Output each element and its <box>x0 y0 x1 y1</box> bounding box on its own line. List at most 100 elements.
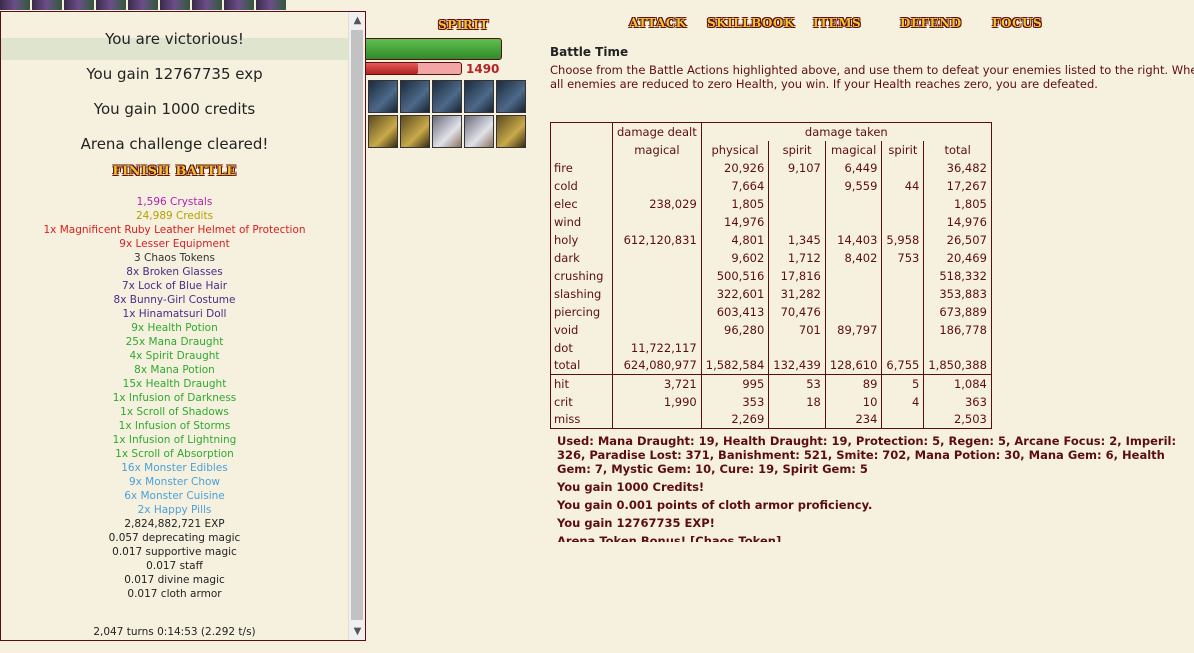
skill-icon[interactable] <box>224 0 254 10</box>
monster-icon[interactable] <box>464 80 494 113</box>
panel-scrollbar[interactable]: ▲ ▼ <box>348 12 365 640</box>
row-label: dark <box>554 250 580 265</box>
loot-item: 1,596 Crystals <box>136 196 213 208</box>
skill-icon[interactable] <box>96 0 126 10</box>
spirit-button[interactable]: SPIRIT <box>438 18 489 32</box>
scroll-down-icon[interactable]: ▼ <box>349 623 366 640</box>
skill-icon[interactable] <box>64 0 94 10</box>
table-cell: 10 <box>824 392 882 411</box>
table-cell <box>612 320 702 339</box>
items-button[interactable]: ITEMS <box>813 16 861 30</box>
finish-battle-button[interactable]: FINISH BATTLE <box>1 164 348 179</box>
row-label: miss <box>554 412 581 427</box>
table-cell: 5,958 <box>881 230 924 249</box>
table-cell: 89 <box>824 374 882 393</box>
row-label: wind <box>554 214 582 229</box>
monster-icon[interactable] <box>400 80 430 113</box>
loot-item: 2x Happy Pills <box>137 504 212 516</box>
table-cell: 2,269 <box>700 410 769 429</box>
table-row: crushing 500,516 17,816 518,332 <box>551 266 992 285</box>
monster-icon[interactable] <box>432 80 462 113</box>
skill-icon[interactable] <box>32 0 62 10</box>
table-cell: 4 <box>881 392 924 411</box>
loot-item: 9x Monster Chow <box>128 476 221 488</box>
table-cell <box>881 302 924 321</box>
row-label: elec <box>554 196 578 211</box>
table-cell: 186,778 <box>923 320 992 339</box>
monster-icon[interactable] <box>432 115 462 148</box>
table-cell: 1,084 <box>923 374 992 393</box>
skill-icon-strip <box>0 0 300 10</box>
table-cell <box>881 158 924 177</box>
monster-icon[interactable] <box>496 80 526 113</box>
loot-item: 25x Mana Draught <box>125 336 224 348</box>
table-cell: 518,332 <box>923 266 992 285</box>
table-row: crit 1,990 353 18 10 4 363 <box>551 392 992 411</box>
table-cell: 3,721 <box>612 374 702 393</box>
table-cell: 20,469 <box>923 248 992 267</box>
scroll-up-icon[interactable]: ▲ <box>349 12 366 29</box>
spirit-value: 1490 <box>466 62 500 76</box>
table-cell: 353,883 <box>923 284 992 303</box>
defend-button[interactable]: DEFEND <box>900 16 962 30</box>
table-cell <box>923 338 992 357</box>
skill-icon[interactable] <box>256 0 286 10</box>
loot-item: 7x Lock of Blue Hair <box>121 280 228 292</box>
monster-icon[interactable] <box>368 80 398 113</box>
table-cell <box>612 266 702 285</box>
loot-item: 3 Chaos Tokens <box>133 252 216 264</box>
table-cell <box>612 410 702 429</box>
table-row: holy 612,120,831 4,801 1,345 14,403 5,958 26,5… <box>551 230 992 249</box>
skill-icon[interactable] <box>128 0 158 10</box>
table-cell: 31,282 <box>768 284 826 303</box>
table-cell: 9,107 <box>768 158 826 177</box>
table-cell <box>881 320 924 339</box>
victory-panel: You are victorious! You gain 12767735 ex… <box>0 11 366 641</box>
table-cell: 363 <box>923 392 992 411</box>
skill-icon[interactable] <box>0 0 30 10</box>
focus-button[interactable]: FOCUS <box>992 16 1042 30</box>
table-cell: 353 <box>700 392 769 411</box>
table-cell: 701 <box>768 320 826 339</box>
scroll-thumb[interactable] <box>351 30 363 620</box>
table-cell <box>612 284 702 303</box>
loot-item: 4x Spirit Draught <box>129 350 220 362</box>
loot-item: 2,824,882,721 EXP <box>124 518 225 530</box>
table-cell <box>612 248 702 267</box>
monster-icon[interactable] <box>464 115 494 148</box>
attack-button[interactable]: ATTACK <box>629 16 687 30</box>
table-cell <box>768 212 826 231</box>
table-cell: 44 <box>881 176 924 195</box>
table-cell <box>824 266 882 285</box>
skill-icon[interactable] <box>192 0 222 10</box>
credits-message: You gain 1000 credits <box>93 100 256 118</box>
empty-header <box>551 141 613 159</box>
table-cell <box>881 266 924 285</box>
table-cell: 322,601 <box>700 284 769 303</box>
table-cell: 7,664 <box>700 176 769 195</box>
table-cell <box>612 176 702 195</box>
table-cell <box>768 176 826 195</box>
victory-message: You are victorious! <box>105 30 244 48</box>
monster-icon[interactable] <box>368 115 398 148</box>
loot-item: 9x Lesser Equipment <box>119 238 230 250</box>
table-cell: 1,850,388 <box>923 356 992 375</box>
table-cell: 612,120,831 <box>612 230 702 249</box>
row-label: piercing <box>554 304 601 319</box>
loot-item: 15x Health Draught <box>122 378 227 390</box>
monster-icon[interactable] <box>496 115 526 148</box>
table-cell: 9,602 <box>700 248 769 267</box>
table-cell: 603,413 <box>700 302 769 321</box>
skillbook-button[interactable]: SKILLBOOK <box>707 16 795 30</box>
table-cell: 26,507 <box>923 230 992 249</box>
table-cell <box>768 338 826 357</box>
skill-icon[interactable] <box>160 0 190 10</box>
table-cell: 5 <box>881 374 924 393</box>
battle-time-title: Battle Time <box>550 45 629 59</box>
table-cell: 624,080,977 <box>612 356 702 375</box>
table-cell: 1,345 <box>768 230 826 249</box>
table-cell: 1,990 <box>612 392 702 411</box>
monster-icon[interactable] <box>400 115 430 148</box>
table-cell: 6,755 <box>881 356 924 375</box>
table-cell: 17,267 <box>923 176 992 195</box>
